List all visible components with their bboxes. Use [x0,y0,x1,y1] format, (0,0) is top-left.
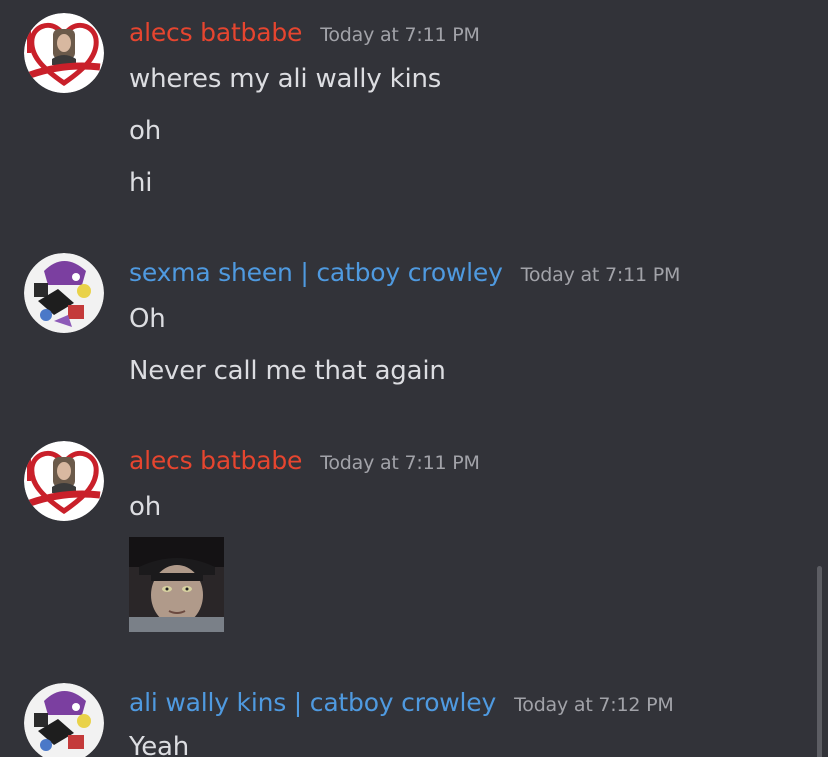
message-text: oh [129,116,161,146]
message-text: Oh [129,304,166,334]
collage-avatar-icon [24,683,104,757]
timestamp: Today at 7:12 PM [514,694,674,716]
image-attachment[interactable] [129,537,224,632]
collage-avatar-icon [24,253,104,333]
timestamp: Today at 7:11 PM [520,264,681,286]
author-name[interactable]: alecs batbabe [129,17,302,49]
author-name[interactable]: alecs batbabe [129,445,302,477]
message-header: alecs batbabe Today at 7:11 PM [129,17,480,49]
photo-attachment-icon [129,537,224,632]
timestamp: Today at 7:11 PM [320,452,480,474]
user-avatar[interactable] [24,441,104,521]
message-text: hi [129,168,153,198]
scrollbar-thumb[interactable] [817,566,822,757]
heart-avatar-icon [24,13,104,93]
user-avatar[interactable] [24,13,104,93]
user-avatar[interactable] [24,683,104,757]
message-header: alecs batbabe Today at 7:11 PM [129,445,480,477]
message-text: wheres my ali wally kins [129,64,442,94]
message-header: sexma sheen | catboy crowley Today at 7:… [129,257,680,289]
message-text: Never call me that again [129,356,446,386]
heart-avatar-icon [24,441,104,521]
chat-messages: alecs batbabe Today at 7:11 PM wheres my… [0,0,828,757]
message-header: ali wally kins | catboy crowley Today at… [129,687,674,719]
message-text: oh [129,492,161,522]
user-avatar[interactable] [24,253,104,333]
author-name[interactable]: ali wally kins | catboy crowley [129,687,496,719]
author-name[interactable]: sexma sheen | catboy crowley [129,257,503,289]
message-text: Yeah [129,732,190,757]
timestamp: Today at 7:11 PM [320,24,480,46]
